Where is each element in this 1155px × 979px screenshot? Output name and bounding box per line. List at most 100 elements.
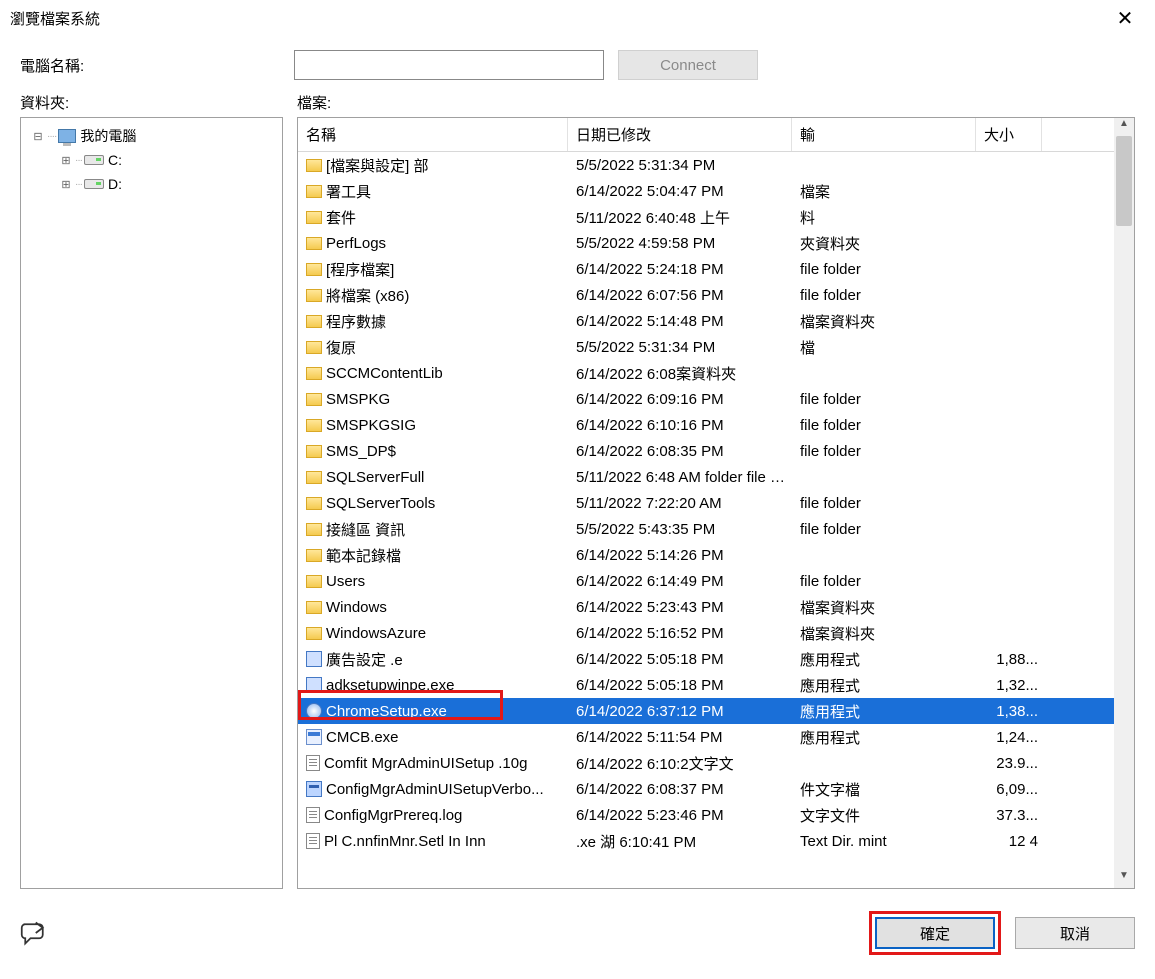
file-name: 署工具 [326, 181, 371, 202]
ok-button[interactable]: 確定 [875, 917, 995, 949]
computer-name-input[interactable] [294, 50, 604, 80]
file-row[interactable]: SMS_DP$6/14/2022 6:08:35 PMfile folder [298, 438, 1114, 464]
file-body[interactable]: [檔案與設定] 部5/5/2022 5:31:34 PM 署工具 6/14/2022… [298, 152, 1114, 888]
file-row[interactable]: ConfigMgrPrereq.log6/14/2022 5:23:46 PM文… [298, 802, 1114, 828]
tree-drive-c[interactable]: ⊞ ··· C: [25, 148, 278, 172]
file-row[interactable]: 範本記錄檔6/14/2022 5:14:26 PM [298, 542, 1114, 568]
file-name: 將檔案 (x86) [326, 285, 409, 306]
file-list[interactable]: 名稱 日期已修改 輸 大小 [檔案與設定] 部5/5/2022 5:31:34 … [298, 118, 1114, 888]
file-date: 5/5/2022 5:43:35 PM [570, 521, 794, 538]
file-date: 5/11/2022 7:22:20 AM [570, 495, 794, 512]
exe-win-icon [306, 729, 322, 745]
file-name: Users [326, 573, 365, 590]
file-name: SCCMContentLib [326, 365, 443, 382]
file-row[interactable]: ConfigMgrAdminUISetupVerbo...6/14/2022 6… [298, 776, 1114, 802]
file-date: 6/14/2022 5:04:47 PM [570, 183, 794, 200]
file-size: 37.3... [978, 807, 1044, 824]
file-type: file folder [794, 443, 978, 460]
file-type: file folder [794, 573, 978, 590]
file-row[interactable]: SQLServerTools5/11/2022 7:22:20 AMfile f… [298, 490, 1114, 516]
file-row[interactable]: 廣告設定 .e6/14/2022 5:05:18 PM應用程式1,88... [298, 646, 1114, 672]
file-row[interactable]: Pl C.nnfinMnr.Setl In Inn.xe 湖 6:10:41 P… [298, 828, 1114, 854]
connect-button[interactable]: Connect [618, 50, 758, 80]
file-date: 6/14/2022 6:07:56 PM [570, 287, 794, 304]
file-row[interactable]: 套件5/11/2022 6:40:48 上午料 [298, 204, 1114, 230]
folder-icon [306, 289, 322, 302]
file-date: 6/14/2022 6:10:16 PM [570, 417, 794, 434]
file-row[interactable]: 接縫區 資訊5/5/2022 5:43:35 PMfile folder [298, 516, 1114, 542]
col-name[interactable]: 名稱 [298, 118, 568, 151]
file-row[interactable]: 署工具 6/14/2022 5:04:47 PM檔案 [298, 178, 1114, 204]
col-type[interactable]: 輸 [792, 118, 976, 151]
file-row[interactable]: ChromeSetup.exe6/14/2022 6:37:12 PM應用程式1… [298, 698, 1114, 724]
col-size[interactable]: 大小 [976, 118, 1042, 151]
file-row[interactable]: Windows6/14/2022 5:23:43 PM檔案資料夾 [298, 594, 1114, 620]
help-icon[interactable] [20, 920, 48, 946]
file-name: 復原 [326, 337, 356, 358]
file-name: SQLServerFull [326, 469, 424, 486]
file-row[interactable]: [檔案與設定] 部5/5/2022 5:31:34 PM [298, 152, 1114, 178]
tree-drive-d[interactable]: ⊞ ··· D: [25, 172, 278, 196]
file-date: 6/14/2022 5:05:18 PM [570, 651, 794, 668]
folder-icon [306, 523, 322, 536]
scroll-thumb[interactable] [1116, 136, 1132, 226]
file-date: 6/14/2022 6:37:12 PM [570, 703, 794, 720]
txt-icon [306, 807, 320, 823]
tree-root[interactable]: ⊟ ···· 我的電腦 [25, 124, 278, 148]
folder-icon [306, 237, 322, 250]
file-date: 6/14/2022 5:14:48 PM [570, 313, 794, 330]
computer-icon [58, 129, 76, 143]
file-row[interactable]: Comfit MgrAdminUISetup .10g6/14/2022 6:1… [298, 750, 1114, 776]
file-name: ChromeSetup.exe [326, 703, 447, 720]
file-row[interactable]: SMSPKGSIG6/14/2022 6:10:16 PMfile folder [298, 412, 1114, 438]
expand-icon[interactable]: ⊞ [59, 178, 73, 191]
file-row[interactable]: WindowsAzure6/14/2022 5:16:52 PM檔案資料夾 [298, 620, 1114, 646]
section-labels: 資料夾: 檔案: [0, 86, 1155, 117]
file-row[interactable]: SMSPKG6/14/2022 6:09:16 PMfile folder [298, 386, 1114, 412]
folder-icon [306, 393, 322, 406]
close-icon[interactable]: ✕ [1105, 6, 1145, 31]
file-type: 文字文件 [794, 805, 978, 826]
file-type: 檔案 [794, 181, 978, 202]
file-row[interactable]: [程序檔案]6/14/2022 5:24:18 PMfile folder [298, 256, 1114, 282]
col-modified[interactable]: 日期已修改 [568, 118, 792, 151]
file-row[interactable]: adksetupwinpe.exe6/14/2022 5:05:18 PM應用程… [298, 672, 1114, 698]
scroll-down-icon[interactable]: ▼ [1114, 870, 1134, 888]
file-row[interactable]: SQLServerFull5/11/2022 6:48 AM folder fi… [298, 464, 1114, 490]
file-name: 範本記錄檔 [326, 545, 401, 566]
file-row[interactable]: SCCMContentLib6/14/2022 6:08案資料夾 [298, 360, 1114, 386]
titlebar: 瀏覽檔案系統 ✕ [0, 0, 1155, 36]
file-row[interactable]: Users 6/14/2022 6:14:49 PMfile folder [298, 568, 1114, 594]
file-name: 廣告設定 .e [326, 649, 403, 670]
file-row[interactable]: 將檔案 (x86) 6/14/2022 6:07:56 PMfile folder [298, 282, 1114, 308]
file-type: 夾資料夾 [794, 233, 978, 254]
file-date: 5/5/2022 5:31:34 PM [570, 157, 794, 174]
expand-icon[interactable]: ⊞ [59, 154, 73, 167]
folder-tree[interactable]: ⊟ ···· 我的電腦 ⊞ ··· C: ⊞ ··· D: [20, 117, 283, 889]
folder-icon [306, 185, 322, 198]
file-row[interactable]: 復原5/5/2022 5:31:34 PM檔 [298, 334, 1114, 360]
txt-icon [306, 755, 320, 771]
folder-icon [306, 471, 322, 484]
collapse-icon[interactable]: ⊟ [31, 130, 45, 143]
file-name: [程序檔案] [326, 259, 394, 280]
scrollbar[interactable]: ▲ ▼ [1114, 118, 1134, 888]
file-name: SMS_DP$ [326, 443, 396, 460]
folder-icon [306, 549, 322, 562]
file-date: 6/14/2022 6:14:49 PM [570, 573, 794, 590]
file-row[interactable]: PerfLogs5/5/2022 4:59:58 PM夾資料夾 [298, 230, 1114, 256]
file-date: 6/14/2022 5:16:52 PM [570, 625, 794, 642]
scroll-track[interactable] [1114, 136, 1134, 870]
file-type: file folder [794, 391, 978, 408]
file-type: file folder [794, 521, 978, 538]
file-row[interactable]: 程序數據6/14/2022 5:14:48 PM檔案資料夾 [298, 308, 1114, 334]
scroll-up-icon[interactable]: ▲ [1114, 118, 1134, 136]
file-type: 應用程式 [794, 649, 978, 670]
file-type: file folder [794, 287, 978, 304]
exe-zip-icon [306, 677, 322, 693]
file-row[interactable]: CMCB.exe6/14/2022 5:11:54 PM應用程式1,24... [298, 724, 1114, 750]
cancel-button[interactable]: 取消 [1015, 917, 1135, 949]
folder-icon [306, 367, 322, 380]
file-type: 應用程式 [794, 727, 978, 748]
file-name: ConfigMgrAdminUISetupVerbo... [326, 781, 544, 798]
